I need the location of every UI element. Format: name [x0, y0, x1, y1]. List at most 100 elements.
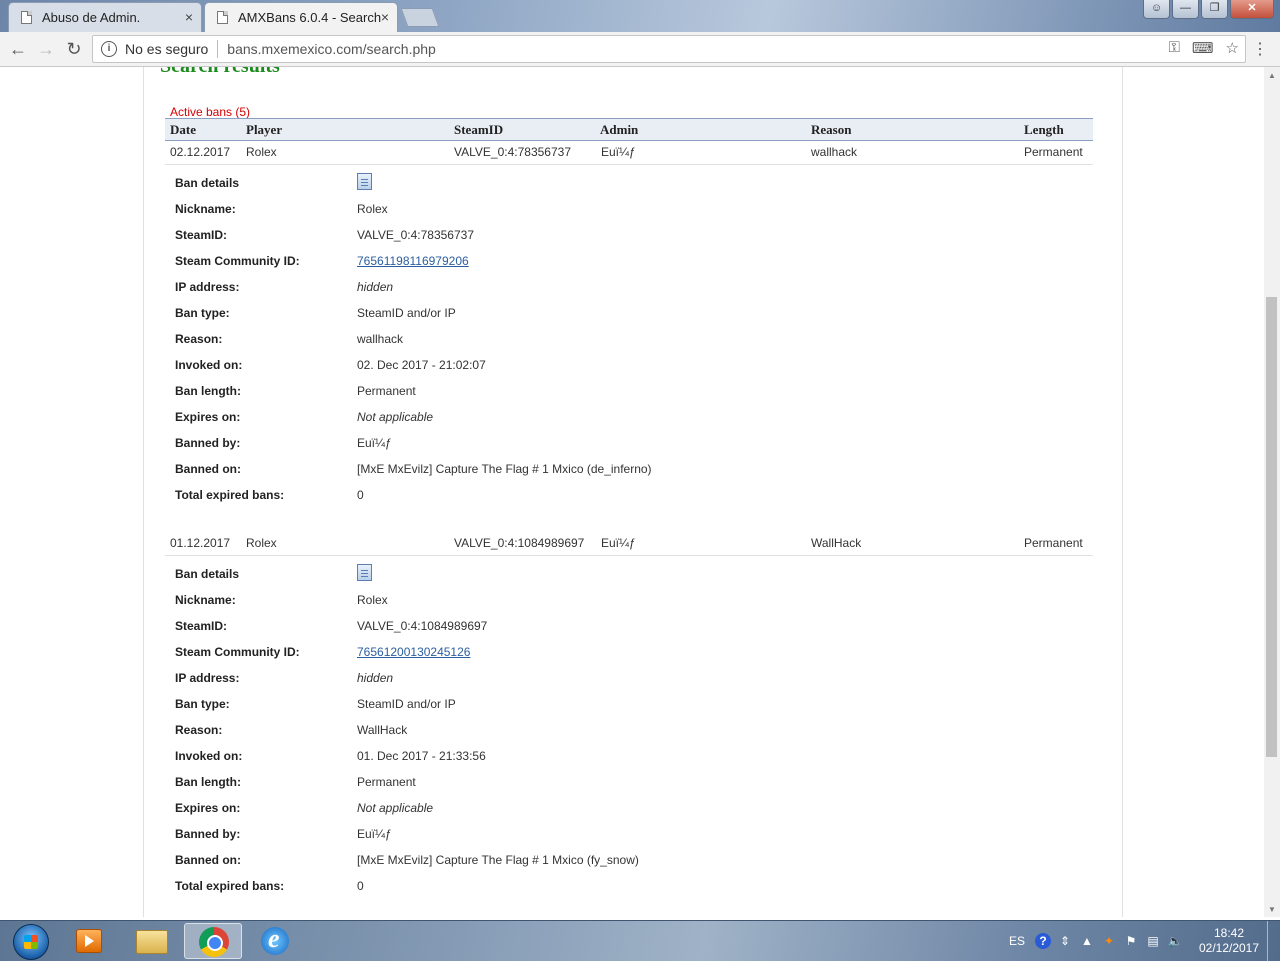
divider — [217, 40, 219, 58]
detail-value: 02. Dec 2017 - 21:02:07 — [357, 358, 486, 372]
star-icon[interactable]: ☆ — [1226, 39, 1239, 57]
detail-reason: Reason: wallhack — [175, 332, 875, 350]
internet-explorer-taskbar-button[interactable] — [246, 923, 304, 959]
column-player[interactable]: Player — [241, 118, 449, 141]
action-center-flag-icon[interactable]: ⚑ — [1123, 933, 1139, 949]
show-hidden-icons-chevron-icon[interactable]: ▲ — [1079, 933, 1095, 949]
start-button[interactable] — [4, 921, 49, 961]
detail-label: IP address: — [175, 280, 240, 294]
scroll-up-arrow-icon[interactable]: ▲ — [1268, 71, 1276, 80]
detail-label: Banned by: — [175, 436, 241, 450]
ban-admin: Euï¼ƒ — [601, 145, 636, 159]
column-admin[interactable]: Admin — [595, 118, 806, 141]
ban-date: 01.12.2017 — [170, 536, 231, 550]
back-arrow-icon[interactable]: ← — [6, 37, 30, 61]
ban-row[interactable]: 01.12.2017 Rolex VALVE_0:4:1084989697 Eu… — [165, 531, 1093, 556]
detail-label: Ban details — [175, 567, 240, 581]
scroll-down-arrow-icon[interactable]: ▼ — [1268, 905, 1276, 914]
detail-ban-details: Ban details — [175, 173, 875, 194]
system-tray: ES ? ⇕ ▲ ✦ ⚑ ▤ 🔈 18:42 02/12/2017 — [1009, 921, 1280, 961]
help-icon[interactable]: ? — [1035, 933, 1051, 949]
close-window-button[interactable]: ✕ — [1230, 0, 1274, 19]
scrollbar-thumb[interactable] — [1266, 297, 1277, 757]
column-steamid[interactable]: SteamID — [449, 118, 595, 141]
ban-date: 02.12.2017 — [170, 145, 231, 159]
detail-label: Nickname: — [175, 593, 236, 607]
omnibox-actions: ⚿ ⌨ ☆ — [1168, 39, 1239, 57]
network-icon[interactable]: ▤ — [1145, 933, 1161, 949]
tab-title: Abuso de Admin. — [42, 10, 141, 25]
tab-close-icon[interactable]: × — [381, 9, 389, 25]
detail-value: wallhack — [357, 332, 404, 346]
maximize-button[interactable]: ❐ — [1201, 0, 1228, 19]
antivirus-icon[interactable]: ✦ — [1101, 933, 1117, 949]
detail-value: Rolex — [357, 202, 388, 216]
detail-steamid: SteamID: VALVE_0:4:1084989697 — [175, 619, 875, 637]
detail-label: Total expired bans: — [175, 879, 285, 893]
minimize-button[interactable]: — — [1172, 0, 1199, 19]
new-tab-button[interactable] — [400, 8, 440, 27]
user-icon[interactable]: ☺ — [1143, 0, 1170, 19]
detail-value: 0 — [357, 488, 364, 502]
tab-close-icon[interactable]: × — [185, 9, 193, 25]
column-reason[interactable]: Reason — [806, 118, 1019, 141]
page-title: Search results — [160, 67, 280, 78]
detail-banned-by: Banned by: Euï¼ƒ — [175, 827, 875, 845]
detail-value: Euï¼ƒ — [357, 436, 392, 450]
file-explorer-taskbar-button[interactable] — [122, 923, 180, 959]
ban-admin: Euï¼ƒ — [601, 536, 636, 550]
window-titlebar: Abuso de Admin. × AMXBans 6.0.4 - Search… — [0, 0, 1280, 32]
detail-value: Not applicable — [357, 410, 434, 424]
detail-ban-type: Ban type: SteamID and/or IP — [175, 306, 875, 324]
detail-value: SteamID and/or IP — [357, 697, 456, 711]
detail-banned-on: Banned on: [MxE MxEvilz] Capture The Fla… — [175, 853, 875, 871]
detail-value: 01. Dec 2017 - 21:33:56 — [357, 749, 486, 763]
url-text[interactable]: bans.mxemexico.com/search.php — [227, 41, 436, 57]
tab-amxbans-search[interactable]: AMXBans 6.0.4 - Search × — [204, 2, 398, 32]
language-indicator[interactable]: ES — [1009, 934, 1025, 948]
menu-dots-icon[interactable]: ⋮ — [1252, 39, 1268, 59]
detail-label: Steam Community ID: — [175, 254, 300, 268]
vertical-scrollbar[interactable]: ▲ ▼ — [1264, 67, 1280, 917]
media-player-taskbar-button[interactable] — [60, 923, 118, 959]
column-date[interactable]: Date — [165, 118, 241, 141]
tab-abuso-de-admin[interactable]: Abuso de Admin. × — [8, 2, 202, 32]
details-document-icon[interactable] — [357, 564, 372, 581]
ban-steamid: VALVE_0:4:1084989697 — [454, 536, 585, 550]
detail-value: hidden — [357, 280, 394, 294]
detail-value: Not applicable — [357, 801, 434, 815]
forward-arrow-icon[interactable]: → — [34, 37, 58, 61]
detail-value: 0 — [357, 879, 364, 893]
info-icon[interactable]: i — [101, 41, 117, 57]
address-bar[interactable]: i No es seguro bans.mxemexico.com/search… — [92, 35, 1246, 63]
detail-label: Ban details — [175, 176, 240, 190]
detail-nickname: Nickname: Rolex — [175, 202, 875, 220]
ban-row[interactable]: 02.12.2017 Rolex VALVE_0:4:78356737 Euï¼… — [165, 140, 1093, 165]
details-document-icon[interactable] — [357, 173, 372, 190]
volume-icon[interactable]: 🔈 — [1167, 933, 1183, 949]
show-desktop-button[interactable] — [1267, 921, 1280, 961]
detail-label: Total expired bans: — [175, 488, 285, 502]
active-bans-label: Active bans (5) — [170, 105, 251, 119]
reload-icon[interactable]: ↻ — [62, 37, 86, 61]
detail-value: SteamID and/or IP — [357, 306, 456, 320]
detail-community-id: Steam Community ID: 76561198116979206 — [175, 254, 875, 272]
detail-invoked: Invoked on: 02. Dec 2017 - 21:02:07 — [175, 358, 875, 376]
detail-label: Ban type: — [175, 697, 230, 711]
detail-expires: Expires on: Not applicable — [175, 801, 875, 819]
chrome-taskbar-button[interactable] — [184, 923, 242, 959]
clock[interactable]: 18:42 02/12/2017 — [1197, 926, 1261, 956]
column-length[interactable]: Length — [1019, 118, 1093, 141]
ban-reason: wallhack — [811, 145, 858, 159]
security-label[interactable]: No es seguro — [125, 41, 208, 57]
key-icon[interactable]: ⚿ — [1168, 39, 1179, 57]
ban-steamid: VALVE_0:4:78356737 — [454, 145, 571, 159]
detail-label: IP address: — [175, 671, 240, 685]
detail-label: Ban length: — [175, 775, 241, 789]
community-id-link[interactable]: 76561198116979206 — [357, 254, 469, 268]
media-player-icon — [76, 929, 102, 953]
translate-icon[interactable]: ⌨ — [1192, 39, 1214, 57]
usb-icon[interactable]: ⇕ — [1057, 933, 1073, 949]
detail-value: Permanent — [357, 775, 416, 789]
community-id-link[interactable]: 76561200130245126 — [357, 645, 470, 659]
